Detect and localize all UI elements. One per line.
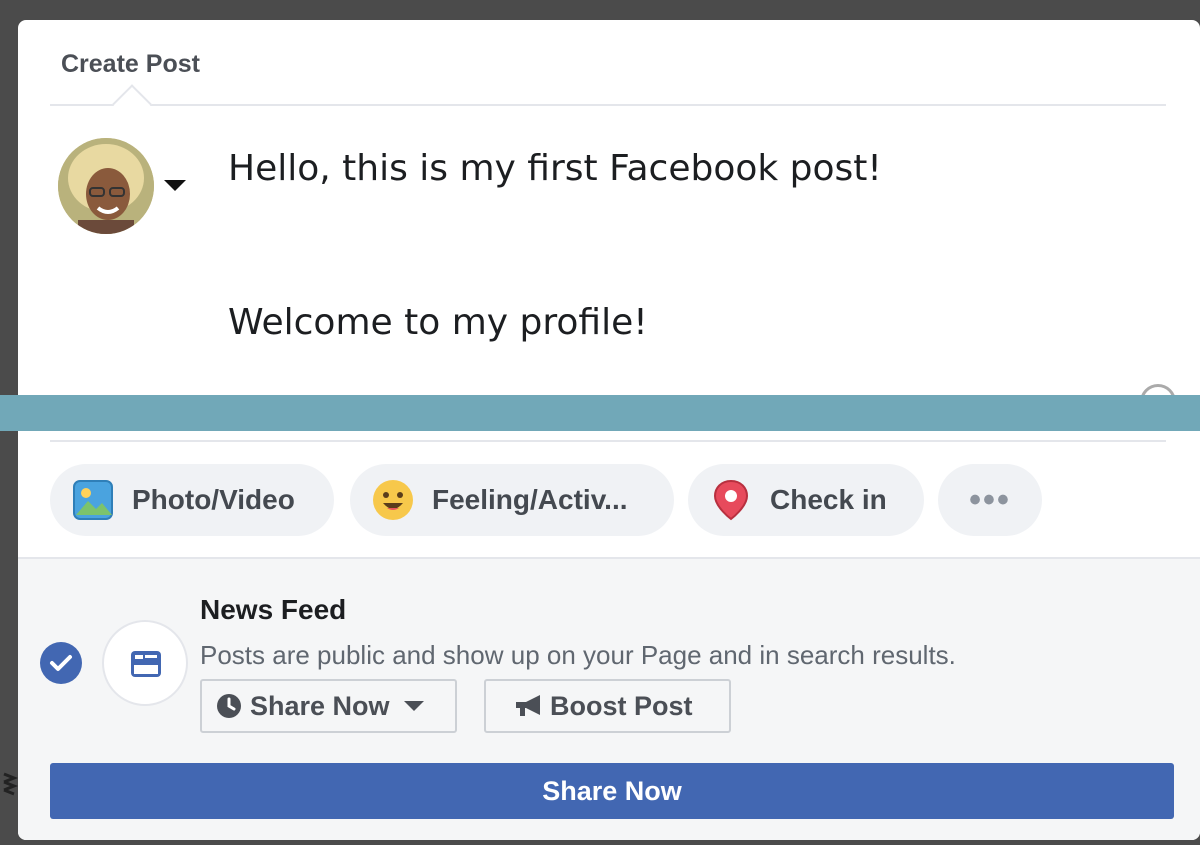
share-now-button[interactable]: Share Now	[50, 763, 1174, 819]
boost-post-button[interactable]: Boost Post	[484, 679, 731, 733]
check-in-button[interactable]: Check in	[688, 464, 924, 536]
header-divider	[50, 104, 1166, 106]
news-feed-checkbox[interactable]	[40, 642, 82, 684]
photo-video-icon	[72, 479, 114, 521]
identity-dropdown-caret[interactable]	[164, 180, 186, 191]
more-icon: •••	[969, 480, 1011, 519]
overlay-banner	[0, 395, 1200, 431]
feeling-activity-button[interactable]: Feeling/Activ...	[350, 464, 674, 536]
chevron-down-icon	[403, 701, 424, 711]
post-text-line-1[interactable]: Hello, this is my first Facebook post!	[228, 148, 882, 189]
news-feed-icon	[129, 647, 163, 686]
more-options-button[interactable]: •••	[938, 464, 1042, 536]
news-feed-circle	[102, 620, 188, 706]
smiley-icon	[372, 479, 414, 521]
actions-divider	[50, 440, 1166, 442]
news-feed-title: News Feed	[200, 594, 347, 625]
resize-handle-icon	[0, 770, 20, 800]
photo-video-button[interactable]: Photo/Video	[50, 464, 334, 536]
location-pin-icon	[710, 479, 752, 521]
feeling-activity-label: Feeling/Activ...	[432, 484, 628, 515]
photo-video-label: Photo/Video	[132, 484, 295, 515]
news-feed-description: Posts are public and show up on your Pag…	[200, 640, 956, 670]
post-text-line-2[interactable]: Welcome to my profile!	[228, 302, 648, 343]
boost-post-label: Boost Post	[550, 690, 693, 721]
dialog-title: Create Post	[61, 50, 200, 78]
schedule-label: Share Now	[250, 690, 390, 721]
avatar[interactable]	[58, 138, 154, 234]
clock-icon	[216, 693, 242, 719]
megaphone-icon	[514, 693, 546, 719]
schedule-dropdown[interactable]: Share Now	[200, 679, 457, 733]
tab-notch	[112, 84, 152, 124]
check-in-label: Check in	[770, 484, 887, 515]
